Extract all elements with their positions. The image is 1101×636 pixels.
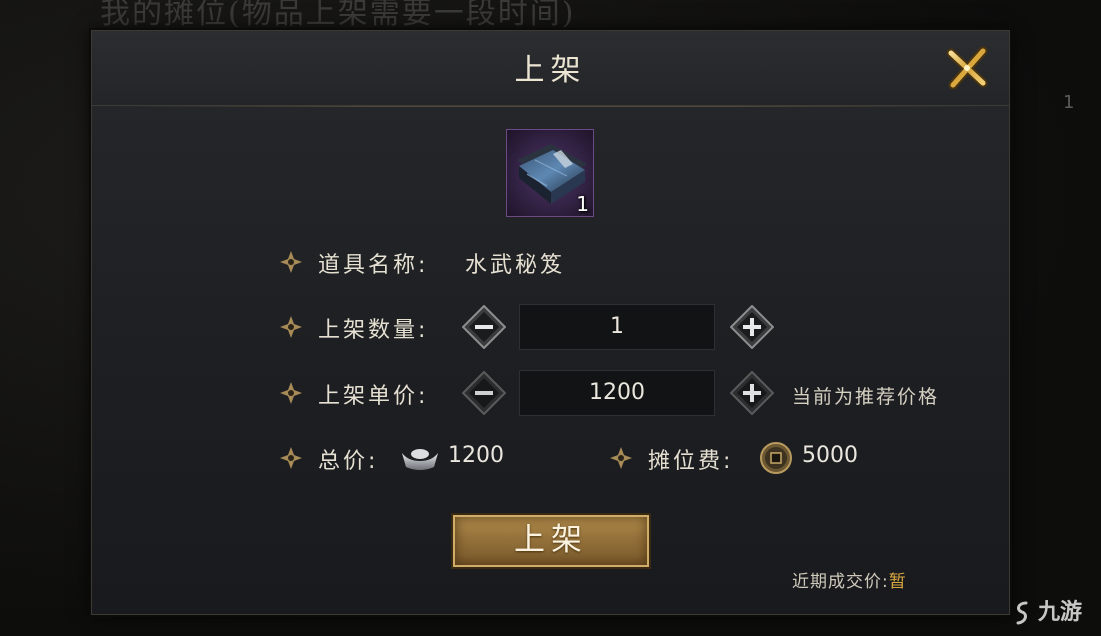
silver-ingot-icon [402, 449, 438, 470]
fleur-bullet-icon [280, 447, 302, 469]
quantity-input[interactable]: 1 [519, 304, 715, 350]
price-decrease-button[interactable] [461, 370, 507, 416]
copper-coin-icon [760, 442, 792, 474]
recommended-price-hint: 当前为推荐价格 [792, 386, 940, 408]
dialog-title-bar: 上架 [92, 31, 1009, 107]
stall-header-text: 我的摊位(物品上架需要一段时间) [100, 0, 576, 31]
plus-icon [729, 370, 775, 416]
site-logo-icon [1016, 601, 1028, 625]
total-price-label: 总价: [318, 449, 379, 474]
stall-fee-value: 5000 [802, 443, 858, 468]
unit-price-label: 上架单价: [318, 384, 429, 409]
watermark-text: 九游 [1038, 600, 1083, 625]
item-name-value: 水武秘笈 [465, 253, 566, 278]
item-quantity-badge: 1 [576, 192, 589, 216]
item-slot[interactable]: 1 [506, 129, 594, 217]
fleur-bullet-icon [610, 447, 632, 469]
list-item-button-label: 上架 [514, 522, 588, 558]
item-name-label: 道具名称: [318, 253, 429, 278]
close-x-icon [946, 46, 988, 90]
dialog-title: 上架 [514, 53, 587, 88]
recent-trade-price-label: 近期成交价: [792, 572, 889, 592]
listing-dialog: 上架 1 道具名称: 水武秘笈 上架数量: 1 上架单价: 1200 当前为推荐… [91, 30, 1010, 615]
fleur-bullet-icon [280, 382, 302, 404]
fleur-bullet-icon [280, 251, 302, 273]
recent-trade-price-value: 暂 [888, 572, 907, 592]
quantity-increase-button[interactable] [729, 304, 775, 350]
list-item-button[interactable]: 上架 [453, 515, 649, 567]
total-price-value: 1200 [448, 443, 504, 468]
stall-fee-label: 摊位费: [648, 449, 734, 474]
quantity-label: 上架数量: [318, 318, 429, 343]
recent-trade-price: 近期成交价:暂 [792, 567, 907, 592]
stall-count: 1 [1063, 92, 1075, 113]
site-watermark: 九游 [1010, 594, 1082, 626]
unit-price-input[interactable]: 1200 [519, 370, 715, 416]
minus-icon [461, 304, 507, 350]
minus-icon [461, 370, 507, 416]
close-button[interactable] [943, 43, 993, 93]
plus-icon [729, 304, 775, 350]
quantity-decrease-button[interactable] [461, 304, 507, 350]
fleur-bullet-icon [280, 316, 302, 338]
price-increase-button[interactable] [729, 370, 775, 416]
